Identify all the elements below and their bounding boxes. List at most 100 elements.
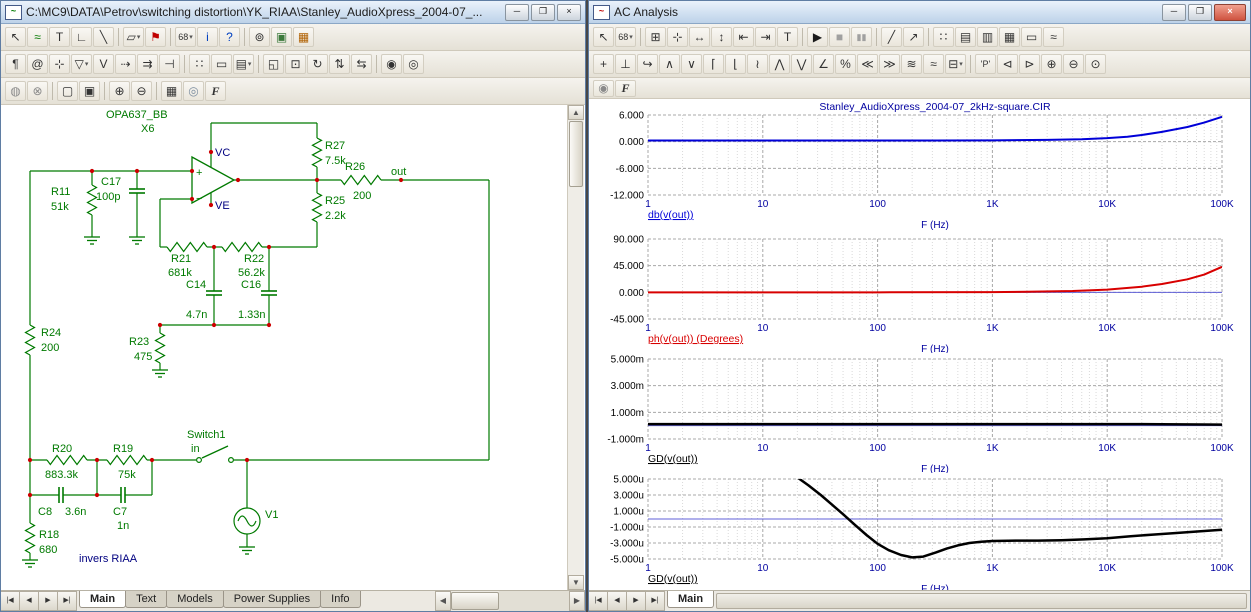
ac-analysis-titlebar[interactable]: ~ AC Analysis ─ ❐ × (589, 1, 1250, 24)
tab-main[interactable]: Main (667, 591, 714, 608)
window-tile-icon[interactable]: ▣ (271, 27, 292, 47)
grid-text-icon[interactable]: ¶ (5, 54, 26, 74)
pin-connections-icon[interactable]: ⊹ (49, 54, 70, 74)
cursor-right-icon[interactable]: ⊳ (1019, 54, 1040, 74)
tab-models[interactable]: Models (166, 591, 223, 608)
stop-button[interactable]: ■ (829, 27, 850, 47)
last-tab-button[interactable]: ▶| (58, 591, 77, 611)
zoom-out-icon[interactable]: ⊖ (1063, 54, 1084, 74)
chart-gd-u[interactable]: 1101001K10K100K5.000u3.000u1.000u-1.000u… (592, 473, 1240, 590)
previous-tab-button[interactable]: ◀ (20, 591, 39, 611)
node-voltages-icon[interactable]: V (93, 54, 114, 74)
wire-mode-icon[interactable]: ∟ (71, 27, 92, 47)
formula-text-icon[interactable]: F (205, 81, 226, 101)
trace-label[interactable]: db(v(out)) (648, 209, 694, 221)
scroll-down-button[interactable]: ▼ (568, 575, 584, 590)
cursor-lock-icon[interactable]: ⊥ (615, 54, 636, 74)
trace-gd-m[interactable] (648, 424, 1222, 425)
chart-gd-m[interactable]: 1101001K10K100K5.000m3.000m1.000m-1.000m… (592, 353, 1240, 473)
envelope-icon[interactable]: ≈ (923, 54, 944, 74)
tab-text[interactable]: Text (125, 591, 167, 608)
resistor-R22[interactable] (222, 243, 262, 252)
node-numbers-icon[interactable]: ▽▾ (71, 54, 92, 74)
horizontal-scroll-track[interactable] (499, 591, 569, 611)
resistor-R25[interactable] (313, 193, 322, 222)
tab-main[interactable]: Main (79, 591, 126, 608)
switch-terminal[interactable] (197, 458, 202, 463)
baseline-icon[interactable]: ▭ (1021, 27, 1042, 47)
measure-horizontal-icon[interactable]: ↔ (689, 27, 710, 47)
minimize-button[interactable]: ─ (505, 4, 529, 21)
trace-label[interactable]: ph(v(out)) (Degrees) (648, 333, 743, 345)
peak-icon[interactable]: ∧ (659, 54, 680, 74)
vertical-scroll-thumb[interactable] (569, 121, 583, 187)
grid-toggle-icon[interactable]: ∷ (189, 54, 210, 74)
maximize-button[interactable]: ❐ (1188, 4, 1212, 21)
formula-text-icon[interactable]: F (615, 80, 636, 97)
schematic-window-titlebar[interactable]: ~ C:\MC9\DATA\Petrov\switching distortio… (1, 1, 585, 24)
paste-picture-icon[interactable]: ▣ (79, 81, 100, 101)
graph-menu-icon[interactable]: ⊟▾ (945, 54, 966, 74)
diagonal-wire-icon[interactable]: ╲ (93, 27, 114, 47)
cursor-mode-icon[interactable]: ⊹ (667, 27, 688, 47)
switch-lever[interactable] (202, 446, 228, 458)
next-point-icon[interactable]: ↪ (637, 54, 658, 74)
animate-run-icon[interactable]: ◉ (593, 80, 614, 97)
image-tool-icon[interactable]: ▦ (293, 27, 314, 47)
waveform-probe-icon[interactable]: ≈ (27, 27, 48, 47)
next-tab-button[interactable]: ▶ (627, 591, 646, 611)
first-tab-button[interactable]: |◀ (589, 591, 608, 611)
border-display-icon[interactable]: ▭ (211, 54, 232, 74)
vertical-scrollbar[interactable]: ▲ ▼ (567, 105, 584, 590)
minor-log-grid-icon[interactable]: ▦ (999, 27, 1020, 47)
attribute-text-icon[interactable]: @ (27, 54, 48, 74)
close-file-icon[interactable]: ⊗ (27, 81, 48, 101)
previous-tab-button[interactable]: ◀ (608, 591, 627, 611)
zoom-out-icon[interactable]: ⊖ (131, 81, 152, 101)
arrow-tool-icon[interactable]: ↗ (903, 27, 924, 47)
current-display-icon[interactable]: ⇢ (115, 54, 136, 74)
high-icon[interactable]: ⌈ (703, 54, 724, 74)
wave-back-icon[interactable]: ≪ (857, 54, 878, 74)
component-list-icon[interactable]: 68▾ (615, 27, 636, 47)
rotate-icon[interactable]: ↻ (307, 54, 328, 74)
resistor-R27[interactable] (313, 138, 322, 167)
zoom-in-icon[interactable]: ⊕ (109, 81, 130, 101)
resistor-R23[interactable] (156, 333, 165, 363)
trace-label[interactable]: GD(v(out)) (648, 573, 698, 585)
run-button[interactable]: ▶ (807, 27, 828, 47)
dropdown-arrow-icon[interactable]: ▾ (85, 60, 89, 68)
ruler-icon[interactable]: ▤ (955, 27, 976, 47)
data-points-icon[interactable]: ∷ (933, 27, 954, 47)
trace-db[interactable] (648, 117, 1222, 141)
scale-mode-icon[interactable]: ⊞ (645, 27, 666, 47)
text-tool-icon[interactable]: T (777, 27, 798, 47)
tab-power-supplies[interactable]: Power Supplies (223, 591, 321, 608)
select-tool-icon[interactable]: ↖ (593, 27, 614, 47)
minimize-button[interactable]: ─ (1162, 4, 1186, 21)
text-tool-icon[interactable]: T (49, 27, 70, 47)
close-button[interactable]: × (557, 4, 581, 21)
scroll-left-button[interactable]: ◀ (435, 591, 451, 611)
close-button[interactable]: × (1214, 4, 1246, 21)
trace-label[interactable]: GD(v(out)) (648, 453, 698, 465)
page-thumbnail-icon[interactable]: ▦ (161, 81, 182, 101)
pan-mode-icon[interactable]: + (593, 54, 614, 74)
measure-vertical-icon[interactable]: ↕ (711, 27, 732, 47)
help-info-icon[interactable]: ◍ (5, 81, 26, 101)
slope-icon[interactable]: ∠ (813, 54, 834, 74)
trace-gd-u[interactable] (783, 473, 1222, 557)
globe-icon[interactable]: ◎ (183, 81, 204, 101)
line-tool-icon[interactable]: ╱ (881, 27, 902, 47)
switch-terminal[interactable] (229, 458, 234, 463)
find-icon[interactable]: ◉ (381, 54, 402, 74)
valley-icon[interactable]: ∨ (681, 54, 702, 74)
graphics-tools-icon[interactable]: ▱▾ (123, 27, 144, 47)
select-tool-icon[interactable]: ↖ (5, 27, 26, 47)
global-low-icon[interactable]: ⋁ (791, 54, 812, 74)
scroll-right-button[interactable]: ▶ (569, 591, 585, 611)
zoom-in-icon[interactable]: ⊕ (1041, 54, 1062, 74)
mode-select-box-icon[interactable]: ◱ (263, 54, 284, 74)
info-mode-icon[interactable]: i (197, 27, 218, 47)
resistor-R26[interactable] (341, 176, 381, 185)
